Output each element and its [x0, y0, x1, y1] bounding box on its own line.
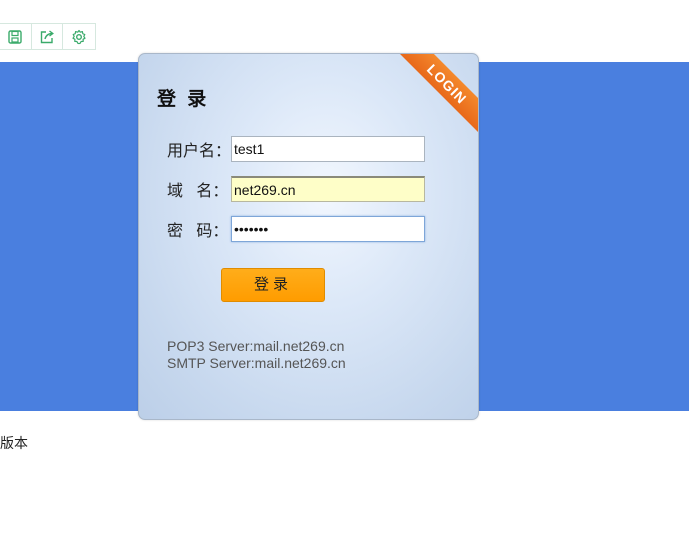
username-input[interactable]: [231, 136, 425, 162]
pop3-server-text: POP3 Server:mail.net269.cn: [167, 338, 345, 354]
login-panel: LOGIN 登 录 用户名： 域 名： 密 码： 登录 POP3 Server:…: [138, 53, 479, 420]
share-icon: [40, 30, 54, 44]
toolbar: [0, 23, 96, 50]
domain-label: 域 名：: [167, 183, 229, 200]
share-button[interactable]: [32, 24, 64, 50]
login-ribbon: LOGIN: [398, 54, 478, 134]
domain-input[interactable]: [231, 176, 425, 202]
domain-row: 域 名：: [167, 176, 425, 202]
login-title: 登 录: [157, 89, 210, 110]
save-icon: [8, 30, 23, 44]
smtp-server-text: SMTP Server:mail.net269.cn: [167, 355, 346, 371]
version-text: 版本: [0, 435, 28, 451]
gear-icon: [72, 29, 86, 45]
username-row: 用户名：: [167, 136, 425, 162]
password-row: 密 码：: [167, 216, 425, 242]
save-button[interactable]: [0, 24, 32, 50]
login-button[interactable]: 登录: [221, 268, 325, 302]
password-label: 密 码：: [167, 223, 229, 240]
ribbon-text: LOGIN: [398, 54, 478, 134]
settings-button[interactable]: [63, 24, 95, 50]
username-label: 用户名：: [167, 143, 232, 160]
password-input[interactable]: [231, 216, 425, 242]
